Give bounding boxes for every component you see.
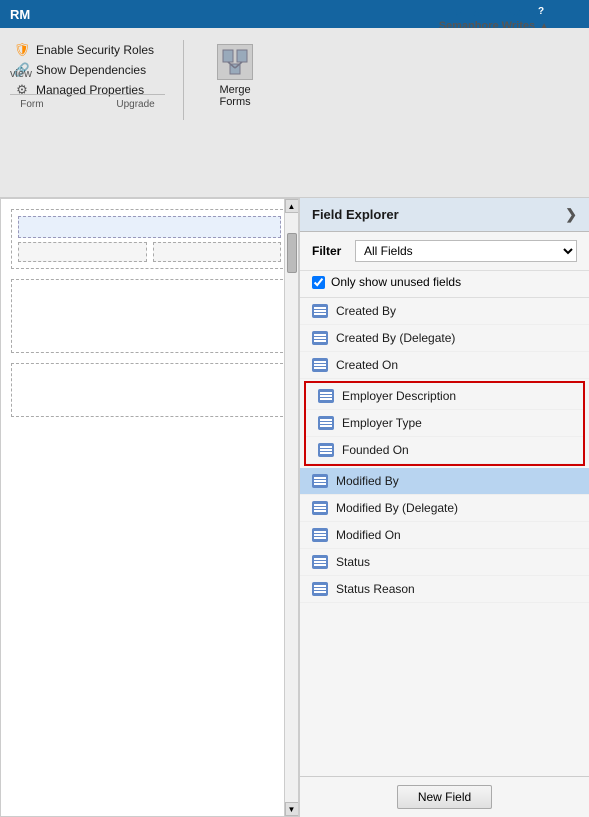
ribbon-area: 🛡 Enable Security Roles 🔗 Show Dependenc… xyxy=(0,28,589,198)
field-label: Status Reason xyxy=(336,582,415,596)
main-area: ▲ ▼ Field Explorer ❯ Filter All Fields C… xyxy=(0,198,589,817)
field-icon xyxy=(318,416,334,430)
field-label: Created By (Delegate) xyxy=(336,331,455,345)
form-field-2b xyxy=(153,242,282,262)
field-icon xyxy=(318,443,334,457)
field-icon xyxy=(312,474,328,488)
title-bar: RM Ashish Trivedi ? Semaphore Writes ▲ xyxy=(0,0,589,28)
view-label: view xyxy=(10,68,32,80)
form-row-3 xyxy=(11,363,288,417)
field-label: Created On xyxy=(336,358,398,372)
unused-fields-checkbox[interactable] xyxy=(312,276,325,289)
shield-icon: 🛡 xyxy=(14,42,30,58)
field-icon xyxy=(312,555,328,569)
field-icon xyxy=(312,331,328,345)
field-icon xyxy=(318,389,334,403)
form-group-label: Form xyxy=(20,99,43,110)
list-item[interactable]: Created By (Delegate) xyxy=(300,325,589,352)
form-content xyxy=(1,199,298,427)
field-explorer-header: Field Explorer ❯ xyxy=(300,198,589,232)
list-item[interactable]: Status xyxy=(300,549,589,576)
form-section-3 xyxy=(18,370,281,410)
upgrade-group-label: Upgrade xyxy=(116,99,154,110)
list-item[interactable]: Created On xyxy=(300,352,589,379)
filter-label: Filter xyxy=(312,244,347,258)
highlighted-field-group: Employer Description Employer Type Found… xyxy=(304,381,585,466)
list-item-selected[interactable]: Modified By xyxy=(300,468,589,495)
field-label: Modified On xyxy=(336,528,401,542)
form-section-2 xyxy=(18,286,281,346)
enable-security-roles-label: Enable Security Roles xyxy=(36,43,154,57)
list-item[interactable]: Founded On xyxy=(306,437,583,464)
list-item[interactable]: Status Reason xyxy=(300,576,589,603)
form-row-1 xyxy=(11,209,288,269)
enable-security-roles-button[interactable]: 🛡 Enable Security Roles xyxy=(10,40,158,60)
filter-row: Filter All Fields Custom Fields System F… xyxy=(300,232,589,271)
merge-forms-label: MergeForms xyxy=(219,84,250,108)
field-label: Modified By (Delegate) xyxy=(336,501,458,515)
field-label: Created By xyxy=(336,304,396,318)
help-icon[interactable]: ? xyxy=(533,4,549,20)
filter-select[interactable]: All Fields Custom Fields System Fields xyxy=(355,240,577,262)
field-explorer-chevron[interactable]: ❯ xyxy=(565,206,577,223)
field-label: Employer Type xyxy=(342,416,422,430)
form-field-2a xyxy=(18,242,147,262)
form-canvas: ▲ ▼ xyxy=(0,198,299,817)
list-item[interactable]: Created By xyxy=(300,298,589,325)
vertical-scrollbar[interactable]: ▲ ▼ xyxy=(284,199,298,816)
unused-fields-label: Only show unused fields xyxy=(331,275,461,289)
field-icon xyxy=(312,304,328,318)
field-label: Status xyxy=(336,555,370,569)
field-icon xyxy=(312,358,328,372)
form-field-1 xyxy=(18,216,281,238)
field-label: Employer Description xyxy=(342,389,456,403)
merge-icon xyxy=(217,44,253,80)
form-row-2 xyxy=(11,279,288,353)
app-title: RM xyxy=(10,7,30,22)
field-explorer-title: Field Explorer xyxy=(312,207,399,222)
show-dependencies-button[interactable]: 🔗 Show Dependencies xyxy=(10,60,158,80)
checkbox-row: Only show unused fields xyxy=(300,271,589,298)
field-list: Created By Created By (Delegate) Created… xyxy=(300,298,589,776)
ribbon-separator xyxy=(183,40,184,120)
show-dependencies-label: Show Dependencies xyxy=(36,63,146,77)
list-item[interactable]: Modified On xyxy=(300,522,589,549)
list-spacer xyxy=(300,603,589,776)
list-item[interactable]: Employer Type xyxy=(306,410,583,437)
scroll-down-arrow[interactable]: ▼ xyxy=(285,802,299,816)
field-icon xyxy=(312,528,328,542)
scroll-up-arrow[interactable]: ▲ xyxy=(285,199,299,213)
list-item[interactable]: Modified By (Delegate) xyxy=(300,495,589,522)
field-icon xyxy=(312,501,328,515)
user-name: Ashish Trivedi xyxy=(447,5,529,19)
field-label: Modified By xyxy=(336,474,399,488)
scroll-thumb[interactable] xyxy=(287,233,297,273)
list-item[interactable]: Employer Description xyxy=(306,383,583,410)
field-explorer-footer: New Field xyxy=(300,776,589,817)
field-explorer-panel: Field Explorer ❯ Filter All Fields Custo… xyxy=(299,198,589,817)
field-label: Founded On xyxy=(342,443,409,457)
merge-forms-button[interactable]: MergeForms xyxy=(209,40,261,112)
field-icon xyxy=(312,582,328,596)
